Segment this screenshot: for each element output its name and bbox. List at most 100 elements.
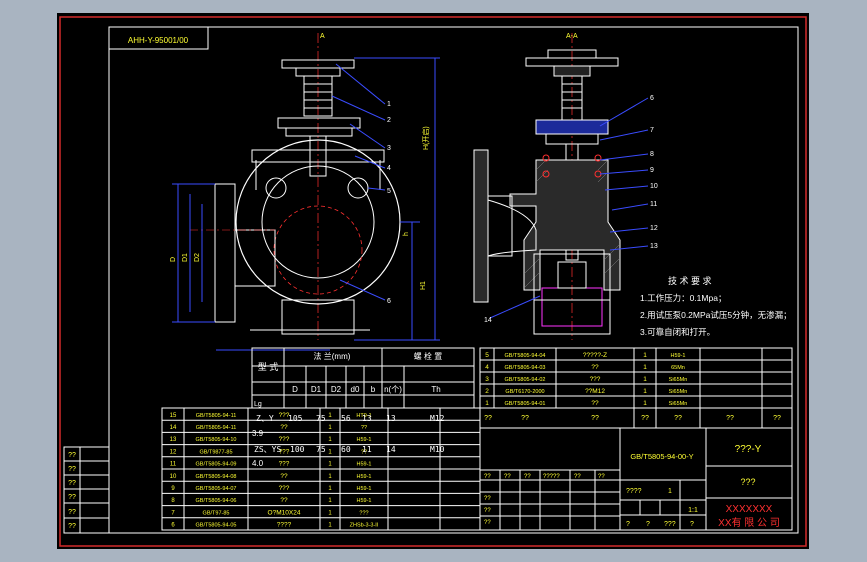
dim-height-right: H(开启): [421, 126, 430, 150]
bom-right-code: GB/T5805-94-04: [505, 353, 546, 359]
row-mark-1: ????: [626, 488, 642, 495]
bom-right-qty: 1: [643, 352, 647, 359]
bom-left-material: H59-1: [357, 474, 372, 480]
left-strip-label-5: ??: [68, 509, 76, 516]
dim-d-mid: D1: [182, 253, 189, 262]
bom-right-qty: 1: [643, 388, 647, 395]
bom-left-no: 15: [170, 413, 177, 419]
bom-left-no: 10: [170, 474, 177, 480]
tech-req-title: 技 术 要 求: [668, 275, 712, 286]
callout-right-13: 13: [650, 243, 658, 250]
callout-right-6: 6: [650, 95, 654, 102]
spec-row2-b: 14: [386, 445, 396, 454]
bom-left-code: GB/T97-85: [203, 510, 230, 516]
bottom-mark-2: ?: [646, 521, 650, 528]
callout-left-4: 4: [387, 165, 391, 172]
bom-right-material: Si65Mn: [669, 377, 688, 383]
spec-sub-D: D: [292, 385, 298, 394]
bom-left-code: GB/T5805-94-09: [196, 462, 237, 468]
bom-right-code: GB/T6170-2000: [505, 389, 544, 395]
spec-side-3.9: 3.9: [252, 429, 264, 438]
cad-drawing-canvas[interactable]: AHH-Y-95001/00 ?? ?? ?? ?? ?? ?? A H(开启)…: [0, 0, 867, 562]
bottom-mark-4: ?: [690, 521, 694, 528]
left-strip-label-6: ??: [68, 523, 76, 530]
misc-mark-4: ?????: [543, 474, 560, 480]
bom-right-header-cell: ??: [773, 415, 781, 422]
spec-sub-n: n(个): [384, 385, 402, 394]
spec-row2-D1: 75: [316, 445, 326, 454]
left-strip-label-3: ??: [68, 480, 76, 487]
bom-right-material: Si65Mn: [669, 401, 688, 407]
bom-left-code: GB/T5805-94-11: [196, 425, 237, 431]
product-name: ???-Y: [735, 444, 762, 455]
bom-left-code: GB/T5805-94-06: [196, 498, 237, 504]
bom-left-code: GB/T5805-94-11: [196, 413, 237, 419]
callout-left-2: 2: [387, 117, 391, 124]
callout-left-3: 3: [387, 145, 391, 152]
bom-right-code: GB/T5805-94-02: [505, 377, 546, 383]
bom-left-name: ??: [280, 473, 288, 480]
bom-left-code: GB/T9877-85: [199, 449, 232, 455]
drawing-number: GB/T5805-94-00-Y: [630, 452, 693, 461]
callout-left-5: 5: [387, 188, 391, 195]
bom-right-material: 65Mn: [671, 365, 685, 371]
bom-left-no: 13: [170, 437, 177, 443]
misc-mark-5: ??: [574, 474, 581, 480]
bom-left-material: ??: [361, 425, 367, 431]
spec-sub-D2: D2: [331, 385, 342, 394]
bom-left-code: GB/T5805-94-05: [196, 523, 237, 529]
left-strip-label-4: ??: [68, 494, 76, 501]
title-code: AHH-Y-95001/00: [128, 36, 189, 45]
left-strip-label-2: ??: [68, 466, 76, 473]
tech-req-item-2: 2.用试压泵0.2MPa试压5分钟，无渗漏；: [640, 310, 792, 320]
front-view-marker: A: [320, 33, 325, 40]
dim-width-offset: h: [403, 232, 410, 236]
bom-left-material: ZHSb-3-3-II: [350, 523, 379, 529]
bom-right-no: 2: [485, 388, 489, 395]
material-label: ???: [740, 477, 755, 487]
bom-left-no: 12: [170, 449, 177, 455]
bom-right-no: 5: [485, 352, 489, 359]
left-strip-label-1: ??: [68, 452, 76, 459]
bom-left-material: H59-1: [357, 486, 372, 492]
bom-left-name: O?M10X24: [268, 509, 301, 516]
bom-left-code: GB/T5805-94-10: [196, 437, 237, 443]
bom-right-qty: 1: [643, 376, 647, 383]
bom-left-name: ???: [279, 485, 290, 492]
bom-left-name: ??: [280, 424, 288, 431]
company-line-1: XXXXXXX: [726, 504, 773, 515]
spec-row1-D: 105: [288, 414, 303, 423]
bom-right-name: ??M12: [585, 388, 605, 395]
bom-left-material: H59-1: [357, 498, 372, 504]
bom-left-material: ???: [359, 510, 368, 516]
spec-row2-D: 100: [290, 445, 305, 454]
section-label: A-A: [566, 33, 578, 40]
misc-mark-2: ??: [504, 474, 511, 480]
bom-left-no: 14: [170, 425, 177, 431]
callout-right-8: 8: [650, 151, 654, 158]
row-mark-4: ??: [484, 520, 491, 526]
bom-right-name: ???: [590, 376, 601, 383]
row-mark-3: ??: [484, 508, 491, 514]
spec-row2-d0: 11: [362, 445, 372, 454]
spec-sub-b: b: [371, 385, 376, 394]
spec-side-Lg: Lg: [254, 401, 262, 408]
callout-right-11: 11: [650, 201, 657, 208]
bom-right-qty: 1: [643, 400, 647, 407]
bom-right-header-cell: ??: [641, 415, 649, 422]
bom-left-code: GB/T5805-94-07: [196, 486, 237, 492]
bom-left-code: GB/T5805-94-08: [196, 474, 237, 480]
spec-row2-type: ZS、YS: [254, 445, 281, 454]
cad-viewport[interactable]: AHH-Y-95001/00 ?? ?? ?? ?? ?? ?? A H(开启)…: [0, 0, 867, 562]
bom-right-name: ??: [591, 400, 599, 407]
bom-left-material: H59-1: [357, 462, 372, 468]
tech-req-item-3: 3.可靠自闭和打开。: [640, 327, 715, 337]
bom-right-qty: 1: [643, 364, 647, 371]
callout-right-14: 14: [484, 317, 492, 324]
spec-row1-D1: 75: [316, 414, 326, 423]
bom-left-name: ??: [280, 497, 288, 504]
callout-left-1: 1: [387, 101, 391, 108]
bom-right-name: ??: [591, 364, 599, 371]
callout-right-9: 9: [650, 167, 654, 174]
callout-left-6: 6: [387, 298, 391, 305]
